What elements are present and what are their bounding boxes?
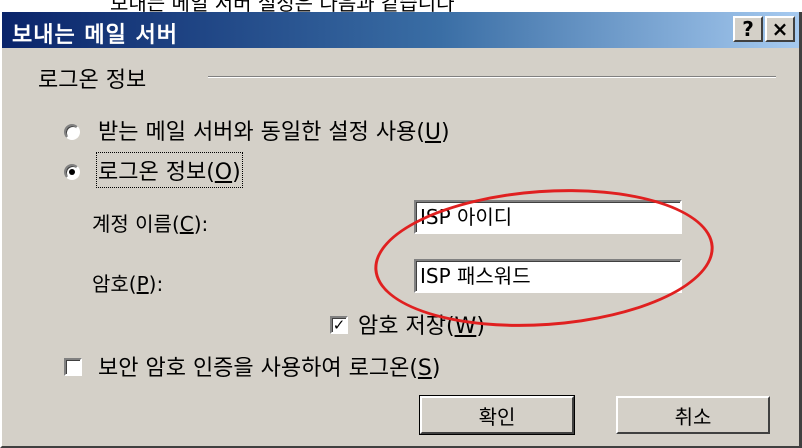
close-button[interactable]: ×: [765, 16, 795, 42]
account-name-input[interactable]: ISP 아이디: [414, 200, 682, 234]
help-icon: ?: [742, 17, 754, 41]
ok-button[interactable]: 확인: [419, 395, 575, 435]
checkmark-icon: ✓: [332, 316, 346, 334]
title-bar[interactable]: 보내는 메일 서버 ? ×: [2, 12, 799, 48]
remember-password-label[interactable]: 암호 저장(W): [358, 308, 485, 340]
outgoing-mail-server-dialog: 보내는 메일 서버 ? × 로그온 정보 받는 메일 서버와 동일한 설정 사용…: [0, 12, 802, 448]
spa-logon-checkbox[interactable]: [64, 358, 82, 376]
radio-selected-dot: [69, 169, 75, 175]
page-caption-text: 보내는 메일 서버 설정은 다음과 같습니다: [110, 0, 455, 12]
password-input[interactable]: ISP 패스워드: [414, 259, 682, 293]
logon-info-radio[interactable]: [64, 164, 80, 180]
cancel-button[interactable]: 취소: [616, 396, 770, 434]
dialog-title: 보내는 메일 서버: [12, 23, 178, 48]
page-caption-fragment: 보내는 메일 서버 설정은 다음과 같습니다: [0, 0, 802, 12]
logon-info-label[interactable]: 로그온 정보(O): [96, 152, 243, 188]
close-icon: ×: [771, 17, 789, 41]
group-divider: [208, 76, 776, 78]
spa-logon-label[interactable]: 보안 암호 인증을 사용하여 로그온(S): [98, 350, 440, 382]
same-settings-radio[interactable]: [64, 124, 80, 140]
remember-password-checkbox[interactable]: ✓: [330, 316, 348, 334]
same-settings-label[interactable]: 받는 메일 서버와 동일한 설정 사용(U): [98, 114, 450, 146]
logon-info-group-label: 로그온 정보: [38, 68, 147, 93]
account-name-label: 계정 이름(C):: [92, 212, 209, 236]
password-label: 암호(P):: [92, 272, 164, 296]
help-button[interactable]: ?: [733, 16, 763, 42]
